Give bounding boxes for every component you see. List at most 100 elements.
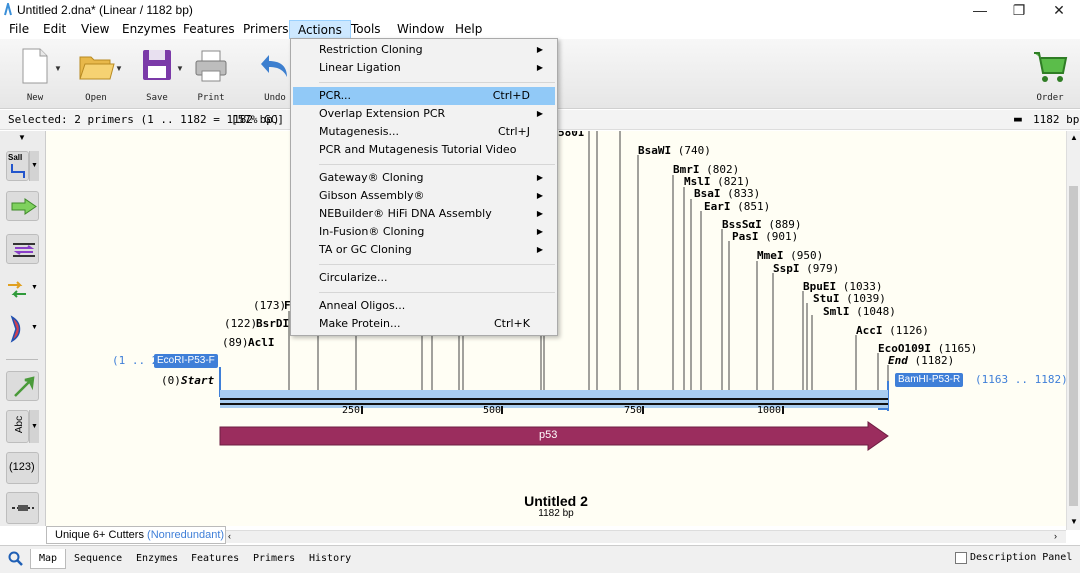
enzyme-set-tab[interactable]: Unique 6+ Cutters (Nonredundant) xyxy=(46,526,226,544)
cut-site-icon xyxy=(11,164,25,178)
new-dropdown-icon[interactable]: ▼ xyxy=(54,64,62,73)
orient-tool-dropdown[interactable]: ▼ xyxy=(31,324,38,331)
save-button[interactable]: Save xyxy=(133,47,181,107)
description-panel-checkbox[interactable] xyxy=(955,552,967,564)
swap-tool-dropdown[interactable]: ▼ xyxy=(31,284,38,291)
order-button[interactable]: Order xyxy=(1026,47,1074,107)
scroll-up-icon[interactable]: ▲ xyxy=(1070,133,1078,142)
site-pos-89: (89) xyxy=(222,336,249,349)
search-icon[interactable] xyxy=(8,551,24,567)
new-button[interactable]: New xyxy=(11,47,59,107)
start-label[interactable]: Start xyxy=(181,374,214,387)
menu-item-gateway-cloning[interactable]: Gateway® Cloning ▶ xyxy=(293,169,555,187)
menu-item-nebuilder-hifi[interactable]: NEBuilder® HiFi DNA Assembly ▶ xyxy=(293,205,555,223)
tab-enzymes[interactable]: Enzymes xyxy=(128,549,186,569)
submenu-arrow-icon: ▶ xyxy=(536,227,543,236)
site-name-bsrdi[interactable]: BsrDI xyxy=(256,317,289,330)
enzyme-set-mode[interactable]: (Nonredundant) xyxy=(147,529,224,541)
menu-features[interactable]: Features xyxy=(175,20,243,39)
site-name-bsawi[interactable]: BsaWI xyxy=(638,144,671,157)
menu-item-in-fusion-cloning[interactable]: In-Fusion® Cloning ▶ xyxy=(293,223,555,241)
site-name-bsai[interactable]: BsaI xyxy=(694,187,721,200)
tab-sequence[interactable]: Sequence xyxy=(66,549,130,569)
menu-help[interactable]: Help xyxy=(447,20,490,39)
tab-features[interactable]: Features xyxy=(183,549,247,569)
menu-item-pcr[interactable]: PCR... Ctrl+D xyxy=(293,87,555,105)
curved-arrow-icon xyxy=(10,315,21,343)
app-logo-icon xyxy=(4,3,12,16)
menu-edit[interactable]: Edit xyxy=(35,20,74,39)
text-tool-button[interactable]: Abc xyxy=(6,410,29,443)
numbers-label: (123) xyxy=(9,461,35,473)
menu-item-circularize[interactable]: Circularize... xyxy=(293,269,555,287)
diagonal-arrow-icon xyxy=(14,376,35,397)
horizontal-scrollbar[interactable]: ‹ › xyxy=(226,530,1066,543)
site-name-eari[interactable]: EarI xyxy=(704,200,731,213)
minimize-button[interactable]: — xyxy=(972,2,988,18)
ruler-tool-button[interactable] xyxy=(6,492,39,524)
site-name-smli[interactable]: SmlI xyxy=(823,305,850,318)
open-button[interactable]: Open xyxy=(72,47,120,107)
swap-arrows-icon xyxy=(8,281,26,298)
site-pos-851: (851) xyxy=(737,200,771,213)
actions-menu: Restriction Cloning ▶ Linear Ligation ▶ PC… xyxy=(290,38,558,336)
menu-item-ta-gc-cloning[interactable]: TA or GC Cloning ▶ xyxy=(293,241,555,259)
vertical-scroll-thumb[interactable] xyxy=(1069,186,1078,506)
swap-tool-button[interactable] xyxy=(6,276,28,304)
menu-item-pcr-tutorial-video[interactable]: PCR and Mutagenesis Tutorial Video xyxy=(293,141,555,159)
menu-item-gibson-assembly[interactable]: Gibson Assembly® ▶ xyxy=(293,187,555,205)
site-pos-173: (173) xyxy=(253,299,287,312)
menu-item-mutagenesis[interactable]: Mutagenesis... Ctrl+J xyxy=(293,123,555,141)
submenu-arrow-icon: ▶ xyxy=(536,209,543,218)
menu-enzymes[interactable]: Enzymes xyxy=(114,20,184,39)
restore-button[interactable]: ❐ xyxy=(1011,2,1027,18)
site-name-pasi[interactable]: PasI xyxy=(732,230,759,243)
menu-primers[interactable]: Primers xyxy=(235,20,297,39)
menu-window[interactable]: Window xyxy=(389,20,452,39)
menu-item-anneal-oligos[interactable]: Anneal Oligos... xyxy=(293,297,555,315)
tab-primers[interactable]: Primers xyxy=(245,549,303,569)
site-name-acci[interactable]: AccI xyxy=(856,324,883,337)
site-name-partial[interactable]: 580I xyxy=(558,131,585,139)
primer-r-label[interactable]: BamHI-P53-R xyxy=(895,373,964,387)
left-tool-panel: ▼ SalI ▼ ▼ ▼ Abc ▼ (123) xyxy=(0,131,46,526)
numbering-tool-button[interactable]: (123) xyxy=(6,452,39,484)
undo-button[interactable]: Undo xyxy=(257,47,293,107)
primer-tool-button[interactable] xyxy=(6,234,39,264)
feature-tool-button[interactable] xyxy=(6,191,39,221)
print-button[interactable]: Print xyxy=(187,47,235,107)
panel-collapse-icon[interactable]: ▼ xyxy=(18,133,26,142)
vertical-scrollbar[interactable]: ▲ ▼ xyxy=(1066,131,1080,530)
scroll-left-icon[interactable]: ‹ xyxy=(228,531,231,541)
menu-item-linear-ligation[interactable]: Linear Ligation ▶ xyxy=(293,59,555,77)
tab-history[interactable]: History xyxy=(301,549,359,569)
orient-tool-button[interactable] xyxy=(6,315,28,343)
start-pos: (0) xyxy=(161,374,181,387)
enzyme-tool-dropdown[interactable]: ▼ xyxy=(29,151,39,181)
site-pos-122: (122) xyxy=(224,317,258,330)
menu-tools[interactable]: Tools xyxy=(343,20,389,39)
primer-f-label[interactable]: EcoRI-P53-F xyxy=(154,354,218,368)
site-name-acli[interactable]: AclI xyxy=(248,336,275,349)
menu-bar: File Edit View Enzymes Features Primers … xyxy=(0,20,1080,39)
menu-item-make-protein[interactable]: Make Protein... Ctrl+K xyxy=(293,315,555,333)
tab-map[interactable]: Map xyxy=(30,549,67,569)
menu-view[interactable]: View xyxy=(73,20,117,39)
site-name-mmei[interactable]: MmeI xyxy=(757,249,784,262)
pointer-tool-button[interactable] xyxy=(6,371,39,401)
close-button[interactable]: ✕ xyxy=(1051,2,1067,18)
end-label[interactable]: End xyxy=(888,354,908,367)
site-name-sspi[interactable]: SspI xyxy=(773,262,800,275)
menu-actions[interactable]: Actions xyxy=(289,20,351,39)
site-name-stui[interactable]: StuI xyxy=(813,292,840,305)
scroll-down-icon[interactable]: ▼ xyxy=(1070,517,1078,526)
feature-label-p53[interactable]: p53 xyxy=(539,429,557,441)
menu-file[interactable]: File xyxy=(1,20,37,39)
open-dropdown-icon[interactable]: ▼ xyxy=(115,64,123,73)
save-dropdown-icon[interactable]: ▼ xyxy=(176,64,184,73)
menu-item-restriction-cloning[interactable]: Restriction Cloning ▶ xyxy=(293,41,555,59)
scroll-right-icon[interactable]: › xyxy=(1054,531,1057,541)
text-tool-dropdown[interactable]: ▼ xyxy=(29,410,39,443)
enzyme-tool-button[interactable]: SalI xyxy=(6,151,29,181)
menu-item-overlap-extension-pcr[interactable]: Overlap Extension PCR ▶ xyxy=(293,105,555,123)
